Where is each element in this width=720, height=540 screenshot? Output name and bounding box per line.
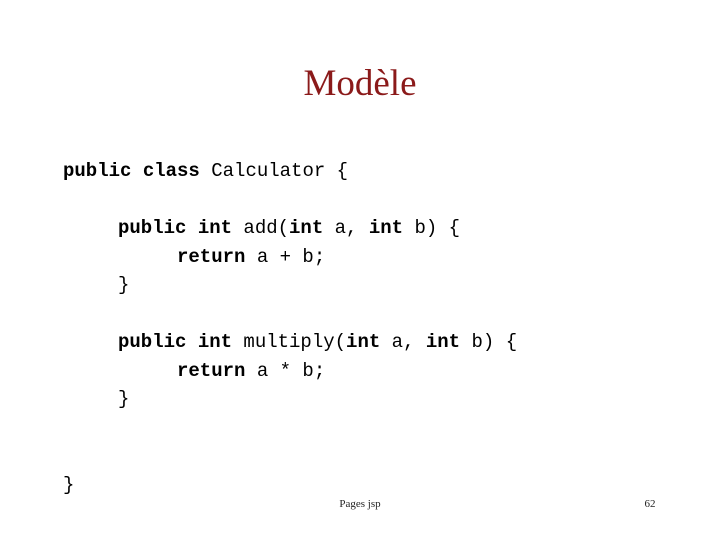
code-text: a, [323,217,369,239]
code-keyword: public int [118,217,244,239]
code-line: public int add(int a, int b) { [63,214,703,243]
code-text: a * b; [245,359,326,382]
code-line: } [63,471,703,500]
code-text: } [118,274,130,296]
code-block: public class Calculator { public int add… [63,157,703,499]
code-text: b) { [460,331,518,353]
code-line: public class Calculator { [63,157,703,186]
code-keyword: int [368,217,404,239]
page-number: 62 [644,498,656,510]
code-text: } [63,473,75,496]
code-keyword: public int [118,331,244,353]
code-text: a, [380,331,426,353]
code-text: a + b; [245,245,326,268]
code-text: multiply( [243,331,347,353]
code-keyword: int [289,217,324,239]
code-keyword: int [346,331,381,353]
code-keyword: return [177,245,246,268]
code-line: } [63,271,703,300]
code-line: } [63,385,703,414]
code-keyword: public class [63,160,212,182]
code-text: b) { [403,217,461,239]
code-text: Calculator { [211,160,349,182]
slide-canvas: Modèle public class Calculator { public … [0,0,720,540]
code-keyword: return [177,359,246,382]
code-line: return a * b; [63,357,703,386]
code-line: return a + b; [63,243,703,272]
code-text: } [118,388,130,410]
code-keyword: int [425,331,461,353]
page-title: Modèle [303,63,417,104]
code-text: add( [243,217,290,239]
code-line: public int multiply(int a, int b) { [63,328,703,357]
